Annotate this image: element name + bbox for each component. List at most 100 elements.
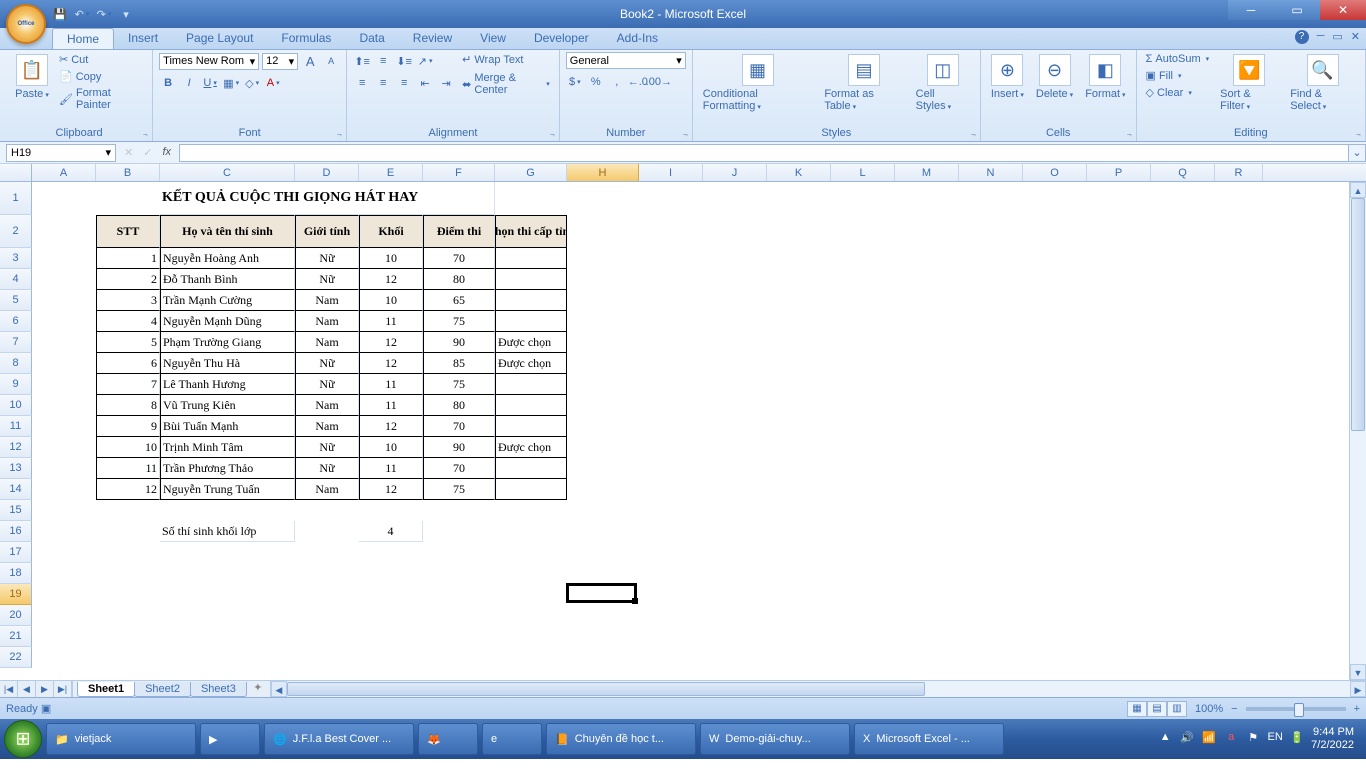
office-button[interactable] [6,4,46,44]
fill-button[interactable]: ▣Fill [1143,68,1213,83]
cell-C12[interactable]: Trịnh Minh Tâm [160,437,295,458]
cell-G12[interactable]: Được chọn [495,437,567,458]
column-header-A[interactable]: A [32,164,96,181]
zoom-slider[interactable] [1246,707,1346,711]
cell-E10[interactable]: 11 [359,395,423,416]
cell-G4[interactable] [495,269,567,290]
cell-E12[interactable]: 10 [359,437,423,458]
row-header-6[interactable]: 6 [0,311,32,332]
column-header-M[interactable]: M [895,164,959,181]
orientation-button[interactable]: ↗ [416,52,434,70]
cell-C7[interactable]: Phạm Trường Giang [160,332,295,353]
tab-insert[interactable]: Insert [114,28,172,49]
column-header-Q[interactable]: Q [1151,164,1215,181]
tray-network-icon[interactable]: 📶 [1201,731,1217,747]
row-header-3[interactable]: 3 [0,248,32,269]
align-right-button[interactable]: ≡ [395,74,413,92]
column-header-H[interactable]: H [567,164,639,181]
redo-icon[interactable]: ↷ [96,6,112,22]
font-name-combo[interactable]: Times New Rom▾ [159,53,259,70]
cell-D11[interactable]: Nam [295,416,359,437]
cell-G10[interactable] [495,395,567,416]
row-header-7[interactable]: 7 [0,332,32,353]
hscroll-thumb[interactable] [287,682,925,696]
zoom-in-button[interactable]: + [1354,703,1360,715]
row-header-10[interactable]: 10 [0,395,32,416]
enter-formula-icon[interactable]: ✓ [143,146,152,159]
cell-C1[interactable]: KẾT QUẢ CUỘC THI GIỌNG HÁT HAY [160,182,495,215]
cell-E6[interactable]: 11 [359,311,423,332]
cell-G3[interactable] [495,248,567,269]
cell-B11[interactable]: 9 [96,416,160,437]
cell-F5[interactable]: 65 [423,290,495,311]
cell-C13[interactable]: Trần Phương Thảo [160,458,295,479]
qat-more-icon[interactable]: ▾ [118,6,134,22]
shrink-font-button[interactable]: A [322,52,340,70]
maximize-button[interactable]: ▭ [1274,0,1320,20]
align-left-button[interactable]: ≡ [353,74,371,92]
format-cells-button[interactable]: ◧Format [1081,52,1129,102]
tray-flag-icon[interactable]: ⚑ [1245,731,1261,747]
row-header-1[interactable]: 1 [0,182,32,215]
column-header-E[interactable]: E [359,164,423,181]
cell-F9[interactable]: 75 [423,374,495,395]
row-header-16[interactable]: 16 [0,521,32,542]
row-header-2[interactable]: 2 [0,215,32,248]
cell-D8[interactable]: Nữ [295,353,359,374]
cell-D9[interactable]: Nữ [295,374,359,395]
conditional-formatting-button[interactable]: ▦Conditional Formatting [699,52,817,114]
column-header-C[interactable]: C [160,164,295,181]
font-color-button[interactable]: A [264,74,282,92]
comma-button[interactable]: , [608,73,626,91]
cell-B2[interactable]: STT [96,215,160,248]
font-size-combo[interactable]: 12▾ [262,53,298,70]
format-painter-button[interactable]: 🖌Format Painter [56,86,146,112]
column-header-I[interactable]: I [639,164,703,181]
cell-E5[interactable]: 10 [359,290,423,311]
minimize-button[interactable]: ─ [1228,0,1274,20]
cut-button[interactable]: ✂Cut [56,52,146,67]
app-task-button[interactable]: 📙Chuyên đề học t... [546,723,696,755]
copy-button[interactable]: 📄Copy [56,69,146,84]
row-header-4[interactable]: 4 [0,269,32,290]
column-header-F[interactable]: F [423,164,495,181]
macro-record-icon[interactable]: ▣ [41,703,51,715]
worksheet-grid[interactable]: ABCDEFGHIJKLMNOPQR 123456789101112131415… [0,164,1366,697]
grow-font-button[interactable]: A [301,52,319,70]
tray-lang-icon[interactable]: EN [1267,731,1283,747]
start-button[interactable] [4,720,42,758]
cell-E13[interactable]: 11 [359,458,423,479]
format-as-table-button[interactable]: ▤Format as Table [820,52,907,114]
cell-B12[interactable]: 10 [96,437,160,458]
cell-B13[interactable]: 11 [96,458,160,479]
cell-G6[interactable] [495,311,567,332]
cell-G13[interactable] [495,458,567,479]
cell-F10[interactable]: 80 [423,395,495,416]
cell-E3[interactable]: 10 [359,248,423,269]
column-header-O[interactable]: O [1023,164,1087,181]
expand-formula-icon[interactable]: ⌄ [1348,144,1366,162]
restore-window-icon[interactable]: ▭ [1332,30,1342,44]
close-button[interactable]: ✕ [1320,0,1366,20]
cell-E9[interactable]: 11 [359,374,423,395]
row-header-11[interactable]: 11 [0,416,32,437]
normal-view-button[interactable]: ▦ [1127,701,1147,717]
cell-D14[interactable]: Nam [295,479,359,500]
media-task-button[interactable]: ▶ [200,723,260,755]
cancel-formula-icon[interactable]: ✕ [124,146,133,159]
cell-B5[interactable]: 3 [96,290,160,311]
tray-drive-icon[interactable]: ▲ [1157,731,1173,747]
sheet-tab-sheet2[interactable]: Sheet2 [134,682,191,697]
cell-G8[interactable]: Được chọn [495,353,567,374]
paste-button[interactable]: 📋 Paste [12,52,52,102]
currency-button[interactable]: $ [566,73,584,91]
merge-center-button[interactable]: ⬌Merge & Center [459,71,553,97]
tab-data[interactable]: Data [345,28,398,49]
cell-F3[interactable]: 70 [423,248,495,269]
formula-input[interactable] [179,144,1348,162]
percent-button[interactable]: % [587,73,605,91]
explorer-task-button[interactable]: 📁vietjack [46,723,196,755]
tray-battery-icon[interactable]: 🔋 [1289,731,1305,747]
row-header-5[interactable]: 5 [0,290,32,311]
select-all-corner[interactable] [0,164,32,181]
